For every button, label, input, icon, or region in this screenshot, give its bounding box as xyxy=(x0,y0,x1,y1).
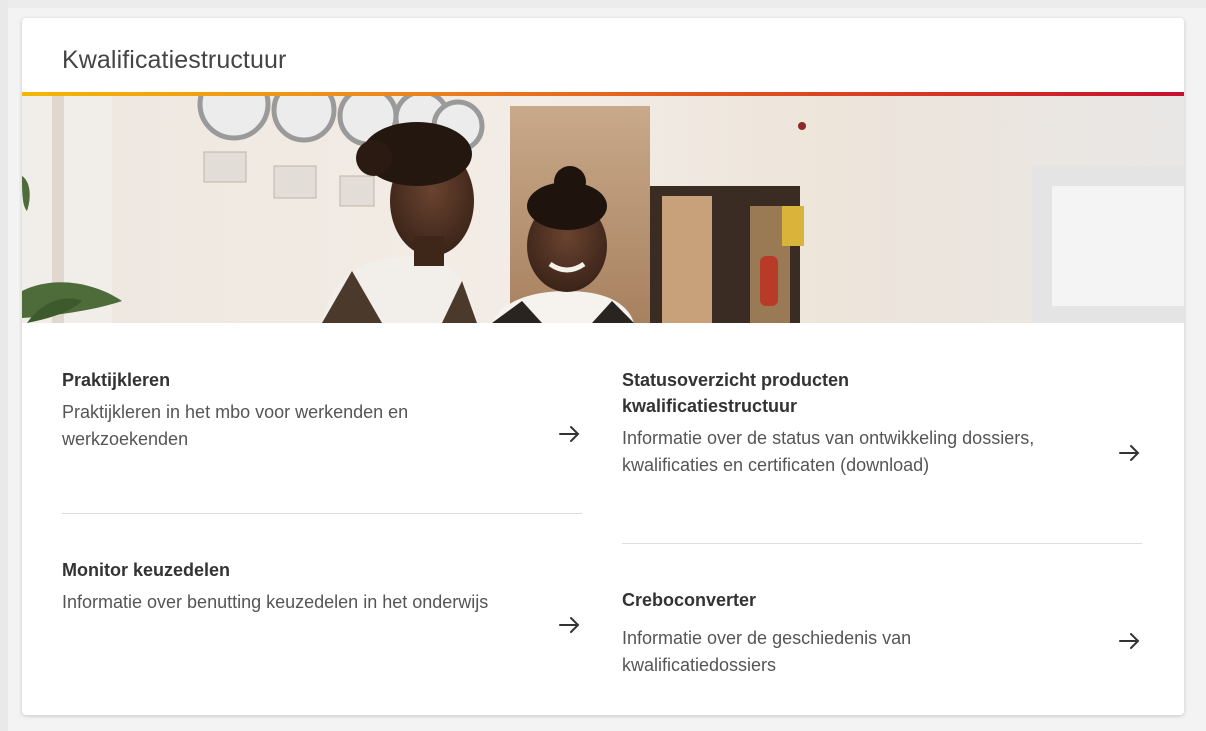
link-statusoverzicht-producten[interactable]: Statusoverzicht producten kwalificatiest… xyxy=(622,367,1142,537)
link-title: Creboconverter xyxy=(622,590,757,610)
qualification-structure-card: Kwalificatiestructuur Praktijkleren Prak… xyxy=(22,18,1184,715)
arrow-right-icon xyxy=(1119,633,1140,649)
link-description: Informatie over de status van ontwikkeli… xyxy=(622,428,1035,475)
card-header: Kwalificatiestructuur xyxy=(22,18,1184,92)
hero-image xyxy=(22,96,1184,323)
page-left-bar xyxy=(0,0,8,731)
link-creboconverter[interactable]: Creboconverter Informatie over de geschi… xyxy=(622,587,1142,697)
page-top-bar xyxy=(0,0,1206,8)
arrow-right-icon xyxy=(559,426,580,442)
link-title: Statusoverzicht producten kwalificatiest… xyxy=(622,370,850,416)
links-grid: Praktijkleren Praktijkleren in het mbo v… xyxy=(62,323,1144,715)
link-praktijkleren[interactable]: Praktijkleren Praktijkleren in het mbo v… xyxy=(62,367,582,487)
link-description: Informatie over de geschiedenis van kwal… xyxy=(622,628,912,675)
link-description: Praktijkleren in het mbo voor werkenden … xyxy=(62,402,409,449)
divider xyxy=(622,543,1142,544)
card-title: Kwalificatiestructuur xyxy=(62,46,287,74)
arrow-right-icon xyxy=(559,617,580,633)
link-title: Monitor keuzedelen xyxy=(62,560,231,580)
link-title: Praktijkleren xyxy=(62,370,171,390)
divider xyxy=(62,513,582,514)
link-monitor-keuzedelen[interactable]: Monitor keuzedelen Informatie over benut… xyxy=(62,557,582,677)
link-description: Informatie over benutting keuzedelen in … xyxy=(62,592,489,612)
arrow-right-icon xyxy=(1119,445,1140,461)
